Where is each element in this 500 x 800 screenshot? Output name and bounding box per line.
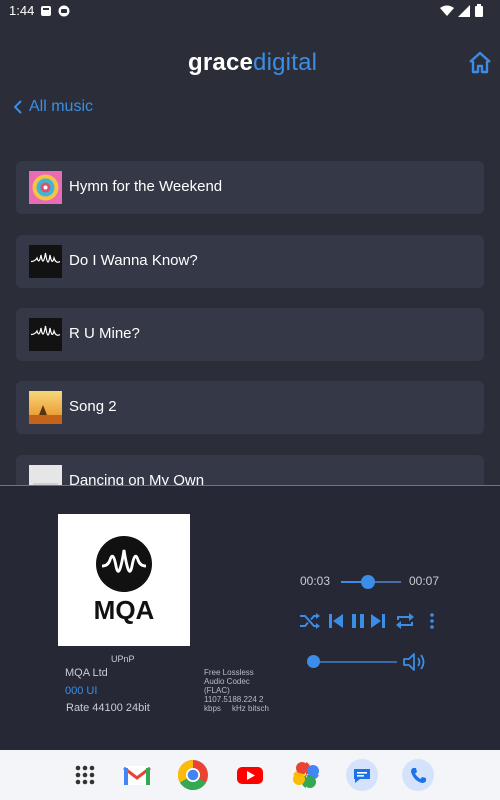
volume-icon <box>403 653 425 671</box>
ui-label[interactable]: 000 UI <box>65 685 97 697</box>
pause-button[interactable] <box>350 613 366 634</box>
artist-label: MQA Ltd <box>65 667 108 679</box>
album-cover: MQA <box>58 514 190 646</box>
youtube-icon[interactable] <box>234 759 266 791</box>
logo-text-part2: digital <box>253 49 318 76</box>
chrome-icon[interactable] <box>177 759 209 791</box>
song-row[interactable]: Hymn for the Weekend <box>16 161 484 214</box>
total-time: 00:07 <box>409 574 440 588</box>
colorful-album-art <box>29 171 62 204</box>
app-header: gracedigital <box>0 22 500 92</box>
codec-info: Free Lossless Audio Codec (FLAC) 1107.51… <box>204 668 284 713</box>
signal-icon <box>458 4 470 22</box>
codec-line: kbps kHz bitsch <box>204 704 269 713</box>
cover-text: MQA <box>94 595 155 625</box>
skip-next-icon <box>371 614 385 628</box>
logo-text-part1: grace <box>188 49 254 76</box>
shuffle-button[interactable] <box>299 613 321 634</box>
wifi-icon <box>440 4 454 22</box>
now-playing-panel: MQA UPnP MQA Ltd 000 UI Rate 44100 24bit… <box>0 485 500 751</box>
codec-line: Audio Codec <box>204 677 250 686</box>
seek-handle[interactable] <box>361 575 375 589</box>
repeat-button[interactable] <box>394 613 416 634</box>
volume-handle[interactable] <box>307 655 320 668</box>
repeat-icon <box>396 613 414 629</box>
song-title: R U Mine? <box>69 325 140 342</box>
photos-icon[interactable] <box>290 759 322 791</box>
song-row[interactable]: R U Mine? <box>16 308 484 361</box>
elapsed-time: 00:03 <box>300 574 331 588</box>
song-row[interactable]: Do I Wanna Know? <box>16 235 484 288</box>
more-vertical-icon <box>430 613 434 629</box>
battery-icon <box>475 4 483 22</box>
volume-slider[interactable] <box>307 655 397 668</box>
notification-icon <box>40 4 52 22</box>
more-options-button[interactable] <box>429 613 435 634</box>
back-link[interactable]: All music <box>14 98 93 116</box>
gracedigital-logo: gracedigital <box>188 49 317 77</box>
home-button[interactable] <box>467 50 493 76</box>
song-title: Hymn for the Weekend <box>69 178 223 195</box>
skip-previous-icon <box>329 614 343 628</box>
seek-slider[interactable] <box>341 575 401 589</box>
codec-line: 1107.5188.224 2 <box>204 695 264 704</box>
sample-rate-label: Rate 44100 24bit <box>66 702 150 714</box>
chevron-left-icon <box>14 100 22 114</box>
home-icon <box>469 51 491 74</box>
sunset-album-art <box>29 391 62 424</box>
song-row[interactable]: Song 2 <box>16 381 484 434</box>
status-time: 1:44 <box>9 3 35 18</box>
back-label: All music <box>29 98 94 115</box>
song-title: Do I Wanna Know? <box>69 252 198 269</box>
shuffle-icon <box>300 613 320 629</box>
previous-button[interactable] <box>328 613 344 634</box>
pause-icon <box>352 614 364 628</box>
next-button[interactable] <box>370 613 386 634</box>
apps-grid-icon[interactable] <box>69 759 101 791</box>
codec-line: (FLAC) <box>204 686 230 695</box>
source-label: UPnP <box>111 654 135 664</box>
soundwave-album-art <box>29 318 62 351</box>
messages-icon[interactable] <box>346 759 378 791</box>
mqa-logo-icon: MQA <box>94 536 155 625</box>
gmail-icon[interactable] <box>121 759 153 791</box>
status-bar: 1:44 <box>0 0 500 22</box>
volume-button[interactable] <box>403 652 427 677</box>
phone-icon[interactable] <box>402 759 434 791</box>
android-dock <box>0 750 500 800</box>
song-title: Song 2 <box>69 398 117 415</box>
soundwave-album-art <box>29 245 62 278</box>
codec-line: Free Lossless <box>204 668 254 677</box>
status-app-icon <box>58 4 70 22</box>
